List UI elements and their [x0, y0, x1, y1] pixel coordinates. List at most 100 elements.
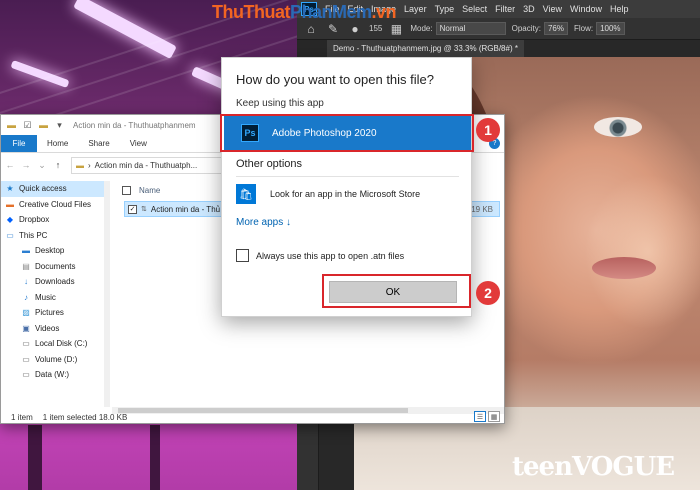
app-option-microsoft-store[interactable]: 🛍 Look for an app in the Microsoft Store — [236, 180, 459, 208]
path-input[interactable]: ▬ › Action min da - Thuthuatph... — [71, 156, 231, 174]
status-bar: 1 item 1 item selected 18.0 KB ☰ ▦ — [1, 409, 504, 425]
nav-item-pictures[interactable]: ▨ Pictures — [1, 305, 104, 321]
menu-select[interactable]: Select — [462, 4, 487, 14]
nav-item-label: Music — [35, 292, 56, 302]
always-use-row[interactable]: Always use this app to open .atn files — [236, 249, 404, 262]
documents-icon: ▤ — [22, 261, 30, 271]
customize-qa-icon[interactable]: ▾ — [54, 120, 65, 131]
file-row-checkbox[interactable]: ✓ — [128, 204, 137, 214]
up-icon[interactable]: ↑ — [51, 160, 65, 170]
ribbon-tab-file[interactable]: File — [1, 135, 37, 152]
store-option-label: Look for an app in the Microsoft Store — [270, 189, 421, 199]
nav-item-label: Desktop — [35, 246, 65, 256]
highlight-box-step1 — [220, 114, 474, 152]
nav-item-documents[interactable]: ▤ Documents — [1, 259, 104, 275]
star-icon: ★ — [6, 184, 14, 194]
desk-leg — [28, 425, 42, 490]
more-apps-link[interactable]: More apps ↓ — [236, 217, 291, 228]
nav-item-label: Creative Cloud Files — [19, 199, 92, 209]
photo-watermark: teenVOGUE — [512, 452, 675, 482]
recent-dropdown-icon[interactable]: ⌄ — [35, 160, 49, 171]
path-chevron-icon: › — [88, 160, 91, 170]
action-file-icon: ⇅ — [141, 206, 147, 213]
properties-icon[interactable]: ☑ — [22, 120, 33, 131]
drive-icon: ▭ — [22, 354, 30, 364]
ribbon-tab-home[interactable]: Home — [37, 135, 78, 152]
nav-item-local-disk-c[interactable]: ▭ Local Disk (C:) — [1, 336, 104, 352]
nav-item-label: Pictures — [35, 308, 64, 318]
nav-item-volume-d[interactable]: ▭ Volume (D:) — [1, 352, 104, 368]
always-use-label: Always use this app to open .atn files — [256, 250, 405, 261]
step-badge-1: 1 — [476, 118, 500, 142]
pictures-icon: ▨ — [22, 308, 30, 318]
nav-item-label: Documents — [35, 261, 76, 271]
nav-item-downloads[interactable]: ↓ Downloads — [1, 274, 104, 290]
menu-filter[interactable]: Filter — [495, 4, 515, 14]
always-use-checkbox[interactable] — [236, 249, 249, 262]
menu-layer[interactable]: Layer — [404, 4, 427, 14]
nav-item-videos[interactable]: ▣ Videos — [1, 321, 104, 337]
store-bag-icon: 🛍 — [236, 184, 256, 204]
opacity-label: Opacity: — [511, 24, 541, 33]
desktop-icon: ▬ — [22, 246, 30, 256]
ribbon-tab-share[interactable]: Share — [78, 135, 119, 152]
document-tab[interactable]: Demo - Thuthuatphanmem.jpg @ 33.3% (RGB/… — [327, 40, 524, 57]
videos-icon: ▣ — [22, 323, 30, 333]
menu-type[interactable]: Type — [435, 4, 455, 14]
nav-item-creative-cloud[interactable]: ▬ Creative Cloud Files — [1, 197, 104, 213]
mode-label: Mode: — [410, 24, 433, 33]
nav-item-label: Local Disk (C:) — [35, 339, 88, 349]
cloud-icon: ▬ — [6, 199, 14, 209]
step-badge-2: 2 — [476, 281, 500, 305]
back-icon[interactable]: ← — [3, 160, 17, 170]
opacity-input[interactable]: 76% — [543, 22, 568, 35]
status-item-count: 1 item — [11, 412, 33, 422]
photo-eye — [594, 117, 642, 137]
watermark-part1: ThuThuat — [212, 2, 290, 22]
nav-item-this-pc[interactable]: ▭ This PC — [1, 228, 104, 244]
explorer-title: Action min da - Thuthuatphanmem — [73, 120, 196, 130]
photoshop-tabbar: Demo - Thuthuatphanmem.jpg @ 33.3% (RGB/… — [297, 40, 700, 57]
new-folder-icon[interactable]: ▬ — [38, 120, 49, 131]
select-all-checkbox[interactable] — [122, 185, 131, 195]
nav-item-label: Downloads — [35, 277, 75, 287]
photo-lips — [592, 257, 656, 279]
ribbon-tab-view[interactable]: View — [120, 135, 157, 152]
nav-item-quick-access[interactable]: ★ Quick access — [1, 181, 104, 197]
mode-select[interactable]: Normal — [435, 22, 506, 35]
watermark-part3: .vn — [371, 2, 397, 22]
status-selected: 1 item selected 18.0 KB — [42, 412, 128, 422]
nav-item-music[interactable]: ♪ Music — [1, 290, 104, 306]
site-watermark: ThuThuatPhanMem.vn — [212, 2, 397, 23]
path-folder-icon: ▬ — [76, 160, 84, 170]
nav-item-label: Volume (D:) — [35, 354, 78, 364]
dropbox-icon: ◆ — [6, 215, 14, 225]
drive-icon: ▭ — [22, 370, 30, 380]
details-view-icon[interactable]: ☰ — [474, 411, 486, 422]
nav-item-label: Videos — [35, 323, 60, 333]
desk-leg — [150, 425, 160, 490]
navigation-scrollbar[interactable] — [104, 181, 110, 407]
flow-label: Flow: — [573, 24, 594, 33]
dialog-title: How do you want to open this file? — [236, 72, 435, 87]
large-icons-view-icon[interactable]: ▦ — [488, 411, 500, 422]
music-icon: ♪ — [24, 292, 28, 302]
nav-item-desktop[interactable]: ▬ Desktop — [1, 243, 104, 259]
menu-3d[interactable]: 3D — [523, 4, 535, 14]
menu-window[interactable]: Window — [570, 4, 602, 14]
other-options-label: Other options — [236, 158, 303, 170]
menu-help[interactable]: Help — [610, 4, 629, 14]
nav-item-label: Data (W:) — [35, 370, 70, 380]
file-name: Action min da - Thủ t — [150, 204, 225, 214]
navigation-pane: ★ Quick access ▬ Creative Cloud Files ◆ … — [1, 181, 104, 407]
menu-view[interactable]: View — [543, 4, 562, 14]
column-name[interactable]: Name — [139, 186, 160, 195]
downloads-icon: ↓ — [24, 277, 28, 287]
nav-item-label: Dropbox — [19, 215, 50, 225]
file-size: 19 KB — [471, 204, 493, 214]
nav-item-dropbox[interactable]: ◆ Dropbox — [1, 212, 104, 228]
nav-item-data-w[interactable]: ▭ Data (W:) — [1, 367, 104, 383]
watermark-part2: PhanMem — [289, 2, 372, 22]
forward-icon[interactable]: → — [19, 160, 33, 170]
flow-input[interactable]: 100% — [596, 22, 625, 35]
